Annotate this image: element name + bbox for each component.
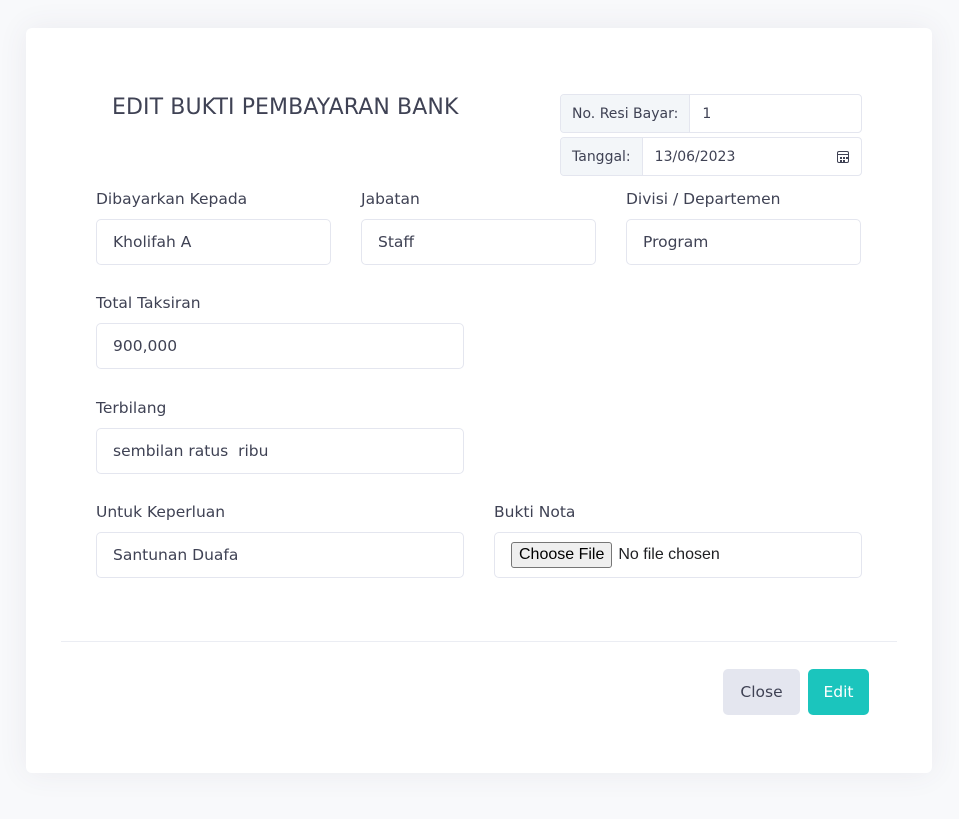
edit-payment-modal: EDIT BUKTI PEMBAYARAN BANK No. Resi Baya… (26, 28, 932, 773)
total-taksiran-input[interactable]: 900,000 (96, 323, 464, 369)
dibayarkan-kepada-input[interactable]: Kholifah A (96, 219, 331, 265)
close-button[interactable]: Close (723, 669, 800, 715)
tanggal-input[interactable]: 13/06/2023 (643, 138, 861, 175)
tanggal-input-group: Tanggal: 13/06/2023 (560, 137, 862, 176)
file-status: No file chosen (618, 546, 720, 563)
divisi-label: Divisi / Departemen (626, 190, 781, 208)
modal-title: EDIT BUKTI PEMBAYARAN BANK (112, 95, 459, 120)
resi-label: No. Resi Bayar: (561, 95, 691, 132)
resi-input[interactable]: 1 (690, 95, 861, 132)
tanggal-label: Tanggal: (561, 138, 643, 175)
divisi-input[interactable]: Program (626, 219, 861, 265)
jabatan-label: Jabatan (361, 190, 420, 208)
resi-input-group: No. Resi Bayar: 1 (560, 94, 862, 133)
untuk-keperluan-label: Untuk Keperluan (96, 503, 226, 521)
dibayarkan-kepada-label: Dibayarkan Kepada (96, 190, 248, 208)
tanggal-value: 13/06/2023 (654, 148, 736, 165)
jabatan-input[interactable]: Staff (361, 219, 596, 265)
total-taksiran-label: Total Taksiran (96, 294, 201, 312)
bukti-nota-label: Bukti Nota (494, 503, 576, 521)
bukti-nota-file-input[interactable]: Choose File No file chosen (494, 532, 862, 578)
terbilang-label: Terbilang (96, 399, 167, 417)
choose-file-button[interactable]: Choose File (511, 542, 613, 568)
edit-button[interactable]: Edit (808, 669, 869, 715)
untuk-keperluan-input[interactable]: Santunan Duafa (96, 532, 464, 578)
terbilang-input[interactable]: sembilan ratus ribu (96, 428, 464, 474)
calendar-icon[interactable] (837, 150, 849, 163)
footer-divider (61, 641, 897, 642)
